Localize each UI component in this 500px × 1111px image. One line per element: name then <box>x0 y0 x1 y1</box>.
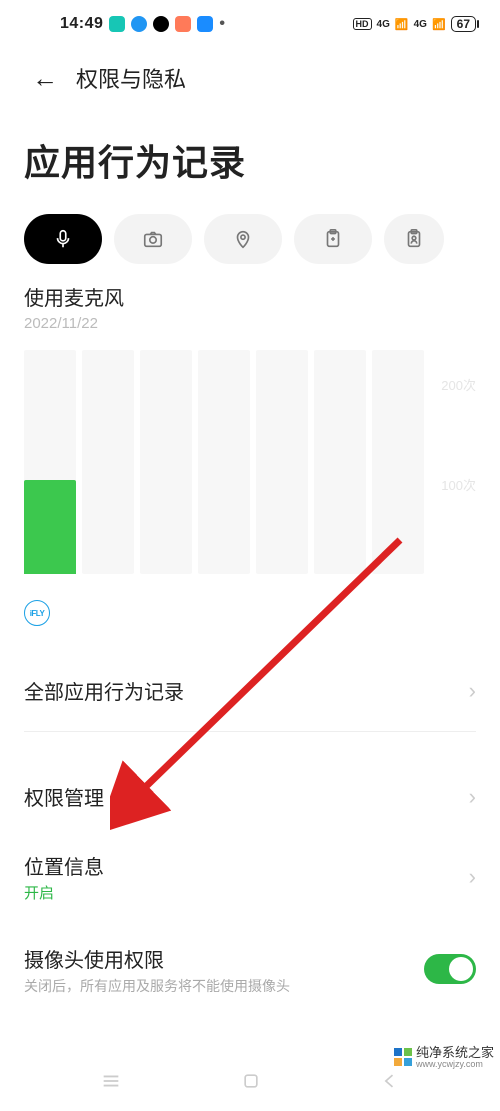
page-title: 应用行为记录 <box>0 104 500 206</box>
row-camera-perm: 摄像头使用权限 关闭后，所有应用及服务将不能使用摄像头 <box>0 924 500 1015</box>
hd-badge: HD <box>353 18 372 30</box>
section-date: 2022/11/22 <box>24 315 476 332</box>
chevron-right-icon: › <box>469 678 476 704</box>
usage-chart: 200次 100次 <box>24 350 476 590</box>
signal-1: 4G <box>377 19 390 30</box>
back-arrow-icon[interactable]: ← <box>32 65 58 91</box>
signal-bars-2: 📶 <box>432 18 446 31</box>
watermark-line2: www.ycwjzy.com <box>416 1060 494 1069</box>
app-icon-4 <box>175 16 191 32</box>
microphone-icon <box>52 228 74 250</box>
chevron-right-icon: › <box>469 864 476 890</box>
status-right: HD 4G 📶 4G 📶 67 <box>353 16 476 32</box>
chart-grid <box>24 350 430 574</box>
app-icon-5 <box>197 16 213 32</box>
watermark-line1: 纯净系统之家 <box>416 1046 494 1060</box>
watermark-logo-icon <box>394 1048 412 1066</box>
filter-row <box>0 206 500 282</box>
nav-recent-icon[interactable] <box>100 1070 122 1097</box>
row-all-records-label: 全部应用行为记录 <box>24 676 184 705</box>
watermark: 纯净系统之家 www.ycwjzy.com <box>394 1046 494 1069</box>
row-location-label: 位置信息 <box>24 851 104 880</box>
battery-indicator: 67 <box>451 16 476 32</box>
more-dot: • <box>219 15 225 33</box>
section-label: 使用麦克风 2022/11/22 <box>0 282 500 332</box>
location-icon <box>232 228 254 250</box>
chart-bar-1 <box>24 480 76 574</box>
app-icon-1 <box>109 16 125 32</box>
row-location[interactable]: 位置信息 开启 › <box>0 831 500 924</box>
app-icon-3 <box>153 16 169 32</box>
section-title: 使用麦克风 <box>24 282 476 311</box>
signal-bars-1: 📶 <box>395 18 409 31</box>
ifly-icon: iFLY <box>24 600 50 626</box>
signal-2: 4G <box>414 19 427 30</box>
filter-microphone[interactable] <box>24 214 102 264</box>
nav-back-icon[interactable] <box>380 1071 400 1096</box>
system-navbar <box>0 1063 500 1103</box>
row-location-status: 开启 <box>24 884 104 904</box>
filter-location[interactable] <box>204 214 282 264</box>
status-left: 14:49 • <box>60 15 225 33</box>
status-bar: 14:49 • HD 4G 📶 4G 📶 67 <box>0 0 500 40</box>
contacts-icon <box>403 228 425 250</box>
nav-home-icon[interactable] <box>241 1071 261 1096</box>
chevron-right-icon: › <box>469 784 476 810</box>
settings-list: 全部应用行为记录 › 权限管理 › 位置信息 开启 › 摄像头使用权限 关闭后，… <box>0 656 500 1015</box>
row-all-records[interactable]: 全部应用行为记录 › <box>0 656 500 725</box>
page-header: ← 权限与隐私 <box>0 40 500 104</box>
row-camera-perm-sub: 关闭后，所有应用及服务将不能使用摄像头 <box>24 977 412 995</box>
filter-clipboard[interactable] <box>294 214 372 264</box>
filter-contacts[interactable] <box>384 214 444 264</box>
header-title: 权限与隐私 <box>76 62 186 94</box>
status-clock: 14:49 <box>60 15 103 33</box>
camera-perm-toggle[interactable] <box>424 954 476 984</box>
clipboard-icon <box>322 228 344 250</box>
camera-icon <box>142 228 164 250</box>
row-permission-mgmt[interactable]: 权限管理 › <box>0 762 500 831</box>
app-icon-2 <box>131 16 147 32</box>
row-permission-mgmt-label: 权限管理 <box>24 782 104 811</box>
ytick-100: 100次 <box>441 475 476 494</box>
chart-app-badge: iFLY <box>24 600 476 626</box>
ytick-200: 200次 <box>441 375 476 394</box>
divider <box>24 731 476 732</box>
row-camera-perm-label: 摄像头使用权限 <box>24 944 412 973</box>
filter-camera[interactable] <box>114 214 192 264</box>
